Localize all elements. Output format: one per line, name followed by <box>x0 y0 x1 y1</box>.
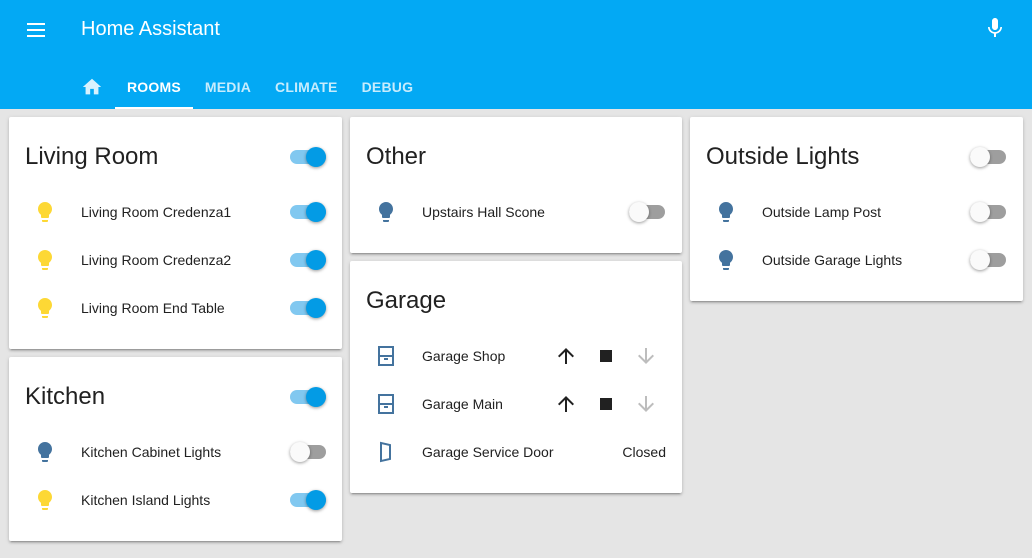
arrow-down-icon[interactable] <box>634 392 658 416</box>
card-kitchen: Kitchen Kitchen Cabinet Lights Kitchen I… <box>9 357 342 541</box>
lightbulb-icon <box>38 442 52 462</box>
entity-label: Outside Lamp Post <box>762 204 882 220</box>
entity-label: Garage Main <box>422 396 503 412</box>
card-title: Garage <box>366 287 447 314</box>
lightbulb-icon <box>38 298 52 318</box>
window-closed-icon <box>378 346 394 366</box>
entity-label: Kitchen Island Lights <box>81 492 211 508</box>
stop-icon[interactable] <box>594 344 618 368</box>
view-tabs: ROOMS MEDIA CLIMATE DEBUG <box>69 64 425 109</box>
tab-media[interactable]: MEDIA <box>193 64 263 109</box>
entity-row: Living Room End Table <box>9 288 342 328</box>
entity-toggle[interactable] <box>290 298 326 318</box>
entity-row: Upstairs Hall Scone <box>350 192 682 232</box>
app-toolbar: Home Assistant ROOMS MEDIA CLIMATE DEBUG <box>0 0 1032 109</box>
card-other: Other Upstairs Hall Scone <box>350 117 682 253</box>
tab-debug[interactable]: DEBUG <box>350 64 426 109</box>
card-outside-lights: Outside Lights Outside Lamp Post Outside… <box>690 117 1023 301</box>
card-title: Living Room <box>25 143 159 170</box>
stop-icon[interactable] <box>594 392 618 416</box>
entity-row: Garage Shop <box>350 336 682 376</box>
entity-row: Living Room Credenza2 <box>9 240 342 280</box>
lightbulb-icon <box>379 202 393 222</box>
entity-row: Outside Garage Lights <box>690 240 1023 280</box>
card-title: Other <box>366 143 427 170</box>
lightbulb-icon <box>719 250 733 270</box>
entity-row: Garage Main <box>350 384 682 424</box>
window-closed-icon <box>378 394 394 414</box>
entity-row: Living Room Credenza1 <box>9 192 342 232</box>
entity-label: Living Room Credenza2 <box>81 252 232 268</box>
door-icon <box>380 441 391 463</box>
group-toggle[interactable] <box>290 147 326 167</box>
tab-climate[interactable]: CLIMATE <box>263 64 350 109</box>
group-toggle[interactable] <box>290 387 326 407</box>
entity-toggle[interactable] <box>629 202 665 222</box>
entity-label: Living Room End Table <box>81 300 225 316</box>
entity-row: Kitchen Cabinet Lights <box>9 432 342 472</box>
entity-label: Garage Service Door <box>422 444 554 460</box>
entity-label: Living Room Credenza1 <box>81 204 232 220</box>
menu-icon[interactable] <box>25 18 49 42</box>
entity-toggle[interactable] <box>290 202 326 222</box>
entity-label: Kitchen Cabinet Lights <box>81 444 222 460</box>
entity-toggle[interactable] <box>290 490 326 510</box>
entity-row: Outside Lamp Post <box>690 192 1023 232</box>
lightbulb-icon <box>38 490 52 510</box>
home-icon <box>82 78 102 94</box>
entity-row: Kitchen Island Lights <box>9 480 342 520</box>
card-title: Outside Lights <box>706 143 860 170</box>
lightbulb-icon <box>719 202 733 222</box>
entity-label: Upstairs Hall Scone <box>422 204 545 220</box>
lightbulb-icon <box>38 250 52 270</box>
entity-toggle[interactable] <box>290 442 326 462</box>
microphone-icon[interactable] <box>983 16 1007 40</box>
entity-row: Garage Service Door Closed <box>350 432 682 472</box>
tab-rooms[interactable]: ROOMS <box>115 64 193 109</box>
entity-toggle[interactable] <box>970 250 1006 270</box>
arrow-down-icon[interactable] <box>634 344 658 368</box>
card-living-room: Living Room Living Room Credenza1 Living… <box>9 117 342 349</box>
entity-label: Outside Garage Lights <box>762 252 903 268</box>
entity-label: Garage Shop <box>422 348 506 364</box>
lightbulb-icon <box>38 202 52 222</box>
app-title: Home Assistant <box>81 18 220 40</box>
group-toggle[interactable] <box>970 147 1006 167</box>
entity-state: Closed <box>622 444 666 460</box>
card-title: Kitchen <box>25 383 106 410</box>
card-garage: Garage Garage Shop Garage Main Garage Se… <box>350 261 682 493</box>
tab-home[interactable] <box>69 64 115 109</box>
arrow-up-icon[interactable] <box>554 344 578 368</box>
arrow-up-icon[interactable] <box>554 392 578 416</box>
entity-toggle[interactable] <box>970 202 1006 222</box>
entity-toggle[interactable] <box>290 250 326 270</box>
